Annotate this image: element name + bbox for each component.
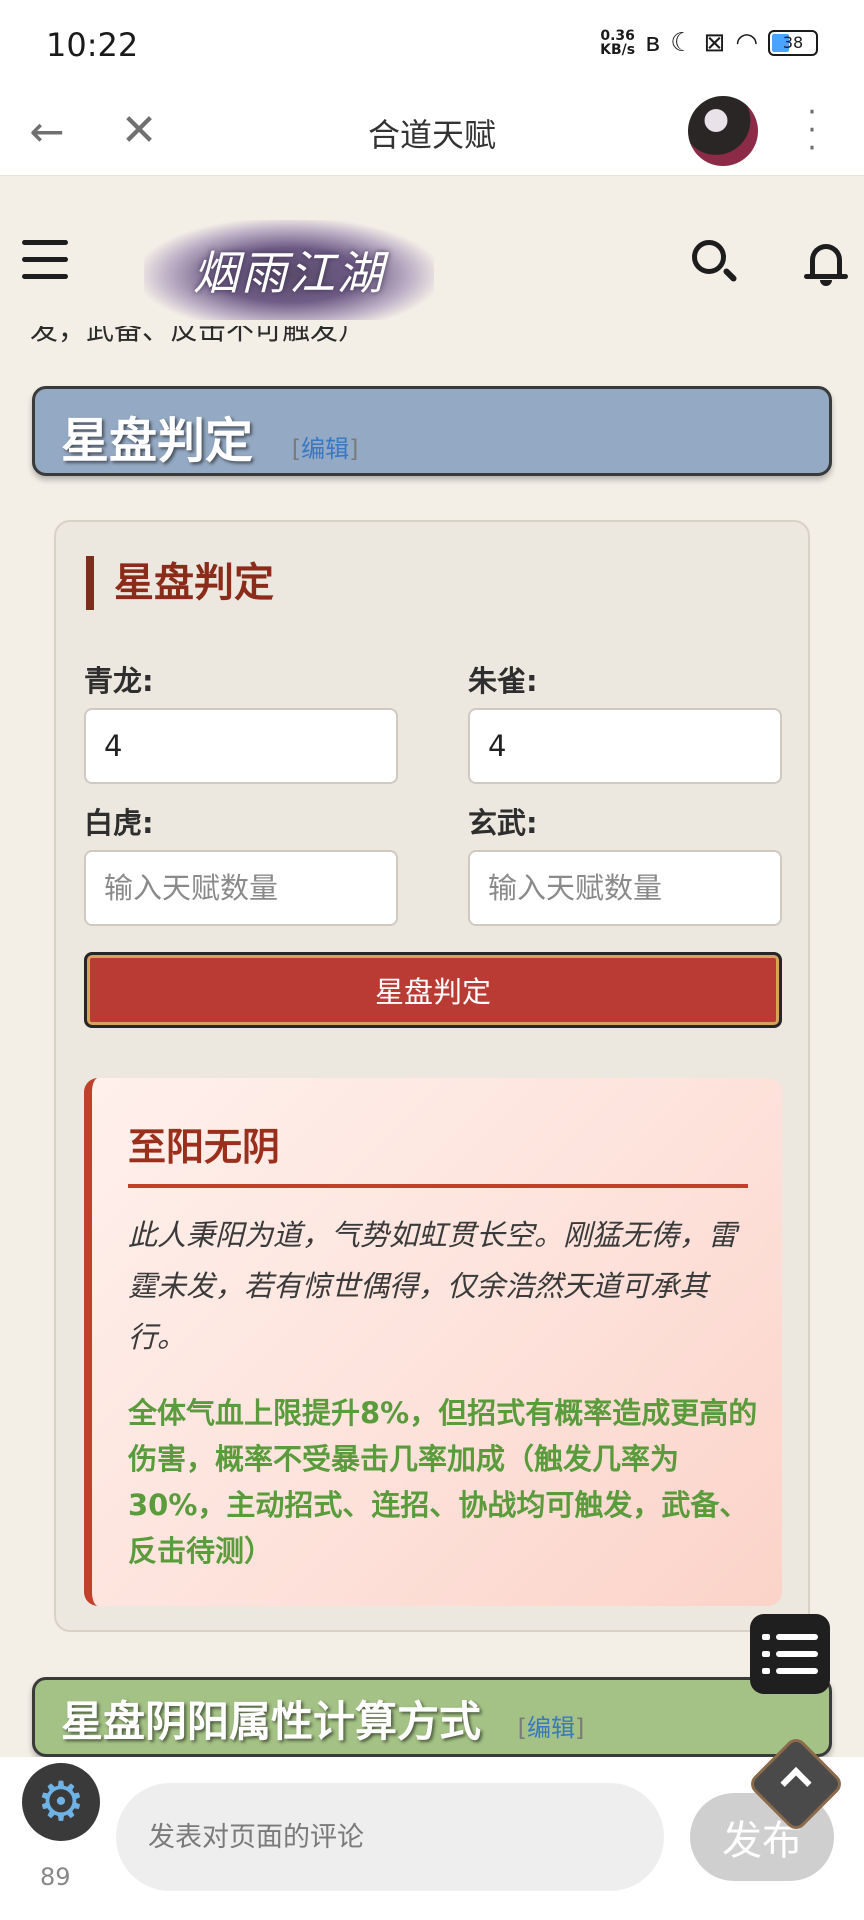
browser-toolbar: ← ✕ 合道天赋 · · · [0, 90, 864, 176]
toc-list-icon[interactable] [750, 1614, 830, 1694]
baihu-input[interactable] [84, 850, 398, 926]
moon-icon: ☾ [670, 28, 694, 58]
sim-off-icon: ⊠ [703, 28, 726, 58]
xuanwu-input[interactable] [468, 850, 782, 926]
battery-icon: 38 [768, 30, 818, 56]
result-description: 此人秉阳为道，气势如虹贯长空。刚猛无俦，雷霆未发，若有惊世偶得，仅余浩然天道可承… [128, 1218, 738, 1354]
section-title: 星盘阴阳属性计算方式 [编辑] [61, 1697, 585, 1746]
edit-link-wrapper: [编辑] [291, 435, 359, 463]
zhuque-label: 朱雀: [468, 664, 538, 698]
comment-input[interactable] [116, 1783, 664, 1891]
result-divider [128, 1184, 748, 1188]
more-vertical-icon[interactable]: · · · [800, 98, 824, 164]
site-logo[interactable]: 烟雨江湖 [144, 220, 434, 320]
bell-icon[interactable] [804, 238, 848, 286]
wifi-icon: ◠ [735, 28, 758, 58]
qinglong-input[interactable] [84, 708, 398, 784]
section-title: 星盘判定 [编辑] [61, 413, 359, 469]
qinglong-label: 青龙: [84, 664, 154, 698]
result-box: 至阳无阴 此人秉阳为道，气势如虹贯长空。刚猛无俦，雷霆未发，若有惊世偶得，仅余浩… [84, 1078, 782, 1606]
edit-link[interactable]: 编辑 [301, 435, 349, 463]
cutoff-text: 发，武备、反击不可触发） [30, 326, 367, 346]
result-effect: 全体气血上限提升8%，但招式有概率造成更高的伤害，概率不受暴击几率加成（触发几率… [128, 1396, 758, 1568]
status-bar: 10:22 0.36 KB/s ʙ ☾ ⊠ ◠ 38 [0, 0, 864, 90]
baihu-label: 白虎: [84, 806, 154, 840]
hamburger-icon[interactable] [22, 240, 68, 280]
avatar[interactable] [688, 96, 758, 166]
status-icons: 0.36 KB/s ʙ ☾ ⊠ ◠ 38 [600, 28, 818, 58]
network-speed: 0.36 KB/s [600, 28, 636, 58]
comment-bar: ⚙ 89 发布 [0, 1757, 864, 1920]
star-judgement-card: 星盘判定 青龙: 朱雀: 白虎: 玄武: 星盘判定 至阳无阴 此人秉阳为道，气势… [54, 520, 810, 1632]
section-header-star-judgement: 星盘判定 [编辑] [32, 386, 832, 476]
status-time: 10:22 [46, 26, 139, 64]
card-heading: 星盘判定 [86, 556, 274, 610]
edit-link[interactable]: 编辑 [527, 1714, 575, 1742]
bluetooth-icon: ʙ [645, 28, 661, 58]
xuanwu-label: 玄武: [468, 806, 538, 840]
logo-text: 烟雨江湖 [193, 246, 385, 300]
zhuque-input[interactable] [468, 708, 782, 784]
result-title: 至阳无阴 [128, 1125, 281, 1169]
gear-icon[interactable]: ⚙ [22, 1763, 100, 1841]
section-header-yin-yang-calc: 星盘阴阳属性计算方式 [编辑] [32, 1677, 832, 1757]
search-icon[interactable] [690, 238, 738, 286]
edit-link-wrapper: [编辑] [517, 1714, 585, 1742]
judge-button[interactable]: 星盘判定 [84, 952, 782, 1028]
gear-count: 89 [40, 1863, 71, 1891]
